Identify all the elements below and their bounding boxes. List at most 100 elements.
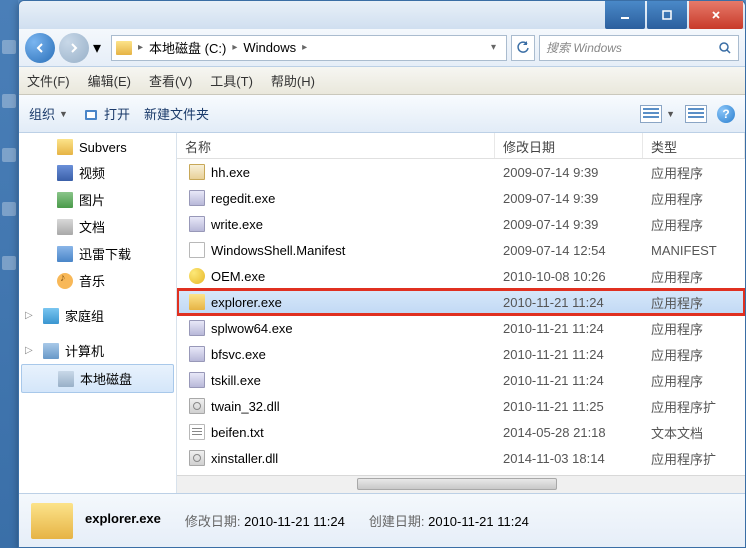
file-type: 应用程序 (643, 371, 745, 390)
file-row[interactable]: regedit.exe 2009-07-14 9:39应用程序 (177, 185, 745, 211)
list-view-icon (640, 105, 662, 123)
tree-expand-icon[interactable]: ▷ (25, 345, 33, 356)
chevron-right-icon: ▸ (138, 42, 143, 53)
file-date: 2010-11-21 11:24 (495, 321, 643, 336)
search-input[interactable]: 搜索 Windows (539, 35, 739, 61)
file-type: 应用程序 (643, 163, 745, 182)
exe-icon (189, 346, 205, 362)
file-type: 应用程序 (643, 267, 745, 286)
file-type: 应用程序扩 (643, 449, 745, 468)
file-name: WindowsShell.Manifest (211, 243, 345, 258)
breadcrumb[interactable]: ▸ 本地磁盘 (C:) ▸ Windows ▸ ▾ (111, 35, 507, 61)
new-folder-button[interactable]: 新建文件夹 (144, 104, 209, 123)
exe2-icon (189, 164, 205, 180)
horizontal-scrollbar[interactable] (177, 475, 745, 493)
file-row[interactable]: xinstaller.dll2014-11-03 18:14应用程序扩 (177, 445, 745, 471)
close-button[interactable] (689, 1, 743, 29)
file-row[interactable]: explorer.exe2010-11-21 11:24应用程序 (177, 289, 745, 315)
sidebar-item-label: 视频 (79, 163, 105, 182)
sidebar-item-label: 文档 (79, 217, 105, 236)
file-date: 2014-11-03 18:14 (495, 451, 643, 466)
file-date: 2009-07-14 9:39 (495, 191, 643, 206)
pic-icon (57, 192, 73, 208)
sidebar-item[interactable]: 本地磁盘 (21, 364, 174, 393)
pc-icon (43, 343, 59, 359)
organize-button[interactable]: 组织 ▼ (29, 104, 68, 123)
file-name: splwow64.exe (211, 321, 293, 336)
sidebar-item[interactable]: 迅雷下载 (19, 240, 176, 267)
file-name: explorer.exe (211, 295, 282, 310)
file-row[interactable]: bfsvc.exe2010-11-21 11:24应用程序 (177, 341, 745, 367)
titlebar (19, 1, 745, 29)
column-type[interactable]: 类型 (643, 133, 745, 158)
view-mode-button[interactable]: ▼ (640, 105, 675, 123)
explorer-window: ▾ ▸ 本地磁盘 (C:) ▸ Windows ▸ ▾ 搜索 Windows 文… (18, 0, 746, 548)
menu-view[interactable]: 查看(V) (149, 71, 192, 90)
file-name: regedit.exe (211, 191, 275, 206)
sidebar-item[interactable]: 文档 (19, 213, 176, 240)
file-icon (189, 242, 205, 258)
yellow-icon (189, 268, 205, 284)
file-type: 应用程序 (643, 215, 745, 234)
sidebar-item[interactable]: 图片 (19, 186, 176, 213)
file-type: 应用程序 (643, 189, 745, 208)
breadcrumb-segment[interactable]: Windows (243, 40, 296, 55)
music-icon (57, 273, 73, 289)
drive-icon (116, 41, 132, 55)
file-type: 应用程序 (643, 345, 745, 364)
preview-pane-button[interactable] (685, 105, 707, 123)
file-row[interactable]: write.exe2009-07-14 9:39应用程序 (177, 211, 745, 237)
file-row[interactable]: splwow64.exe2010-11-21 11:24应用程序 (177, 315, 745, 341)
file-row[interactable]: tskill.exe2010-11-21 11:24应用程序 (177, 367, 745, 393)
column-name[interactable]: 名称 (177, 133, 495, 158)
exe-icon (189, 190, 205, 206)
chevron-right-icon: ▸ (302, 42, 307, 53)
home-icon (43, 308, 59, 324)
sidebar-item[interactable]: Subvers (19, 135, 176, 159)
back-button[interactable] (25, 33, 55, 63)
help-icon[interactable]: ? (717, 105, 735, 123)
column-headers: 名称 修改日期 类型 (177, 133, 745, 159)
exe-icon (189, 372, 205, 388)
open-icon (82, 105, 100, 123)
search-icon (718, 41, 732, 55)
file-row[interactable]: WindowsShell.Manifest2009-07-14 12:54MAN… (177, 237, 745, 263)
maximize-button[interactable] (647, 1, 687, 29)
file-date: 2009-07-14 9:39 (495, 165, 643, 180)
history-dropdown-icon[interactable]: ▾ (93, 38, 107, 58)
breadcrumb-segment[interactable]: 本地磁盘 (C:) (149, 38, 226, 57)
column-date[interactable]: 修改日期 (495, 133, 643, 158)
sidebar-item-label: 迅雷下载 (79, 244, 131, 263)
menu-file[interactable]: 文件(F) (27, 71, 70, 90)
file-row[interactable]: beifen.txt2014-05-28 21:18文本文档 (177, 419, 745, 445)
menu-help[interactable]: 帮助(H) (271, 71, 315, 90)
sidebar-item[interactable]: 视频 (19, 159, 176, 186)
file-name: hh.exe (211, 165, 250, 180)
minimize-button[interactable] (605, 1, 645, 29)
sidebar-item[interactable]: ▷计算机 (19, 337, 176, 364)
menu-edit[interactable]: 编辑(E) (88, 71, 131, 90)
breadcrumb-dropdown-icon[interactable]: ▾ (485, 42, 502, 53)
open-button[interactable]: 打开 (82, 104, 130, 123)
file-date: 2010-11-21 11:24 (495, 347, 643, 362)
file-row[interactable]: OEM.exe2010-10-08 10:26应用程序 (177, 263, 745, 289)
video-icon (57, 165, 73, 181)
dll-icon (189, 450, 205, 466)
status-filename: explorer.exe (85, 511, 161, 530)
toolbar: 组织 ▼ 打开 新建文件夹 ▼ ? (19, 95, 745, 133)
sidebar-item[interactable]: 音乐 (19, 267, 176, 294)
exe-icon (189, 320, 205, 336)
sidebar-item[interactable]: ▷家庭组 (19, 302, 176, 329)
refresh-button[interactable] (511, 35, 535, 61)
file-name: beifen.txt (211, 425, 264, 440)
dll-icon (189, 398, 205, 414)
file-row[interactable]: hh.exe 2009-07-14 9:39应用程序 (177, 159, 745, 185)
sidebar: Subvers 视频图片文档迅雷下载音乐 ▷家庭组 ▷计算机本地磁盘 (19, 133, 177, 493)
sidebar-item-label: Subvers (79, 140, 127, 155)
scrollbar-thumb[interactable] (357, 478, 557, 490)
menu-tools[interactable]: 工具(T) (210, 71, 253, 90)
tree-expand-icon[interactable]: ▷ (25, 310, 33, 321)
forward-button[interactable] (59, 33, 89, 63)
file-row[interactable]: twain_32.dll2010-11-21 11:25应用程序扩 (177, 393, 745, 419)
file-type: MANIFEST (643, 243, 745, 258)
